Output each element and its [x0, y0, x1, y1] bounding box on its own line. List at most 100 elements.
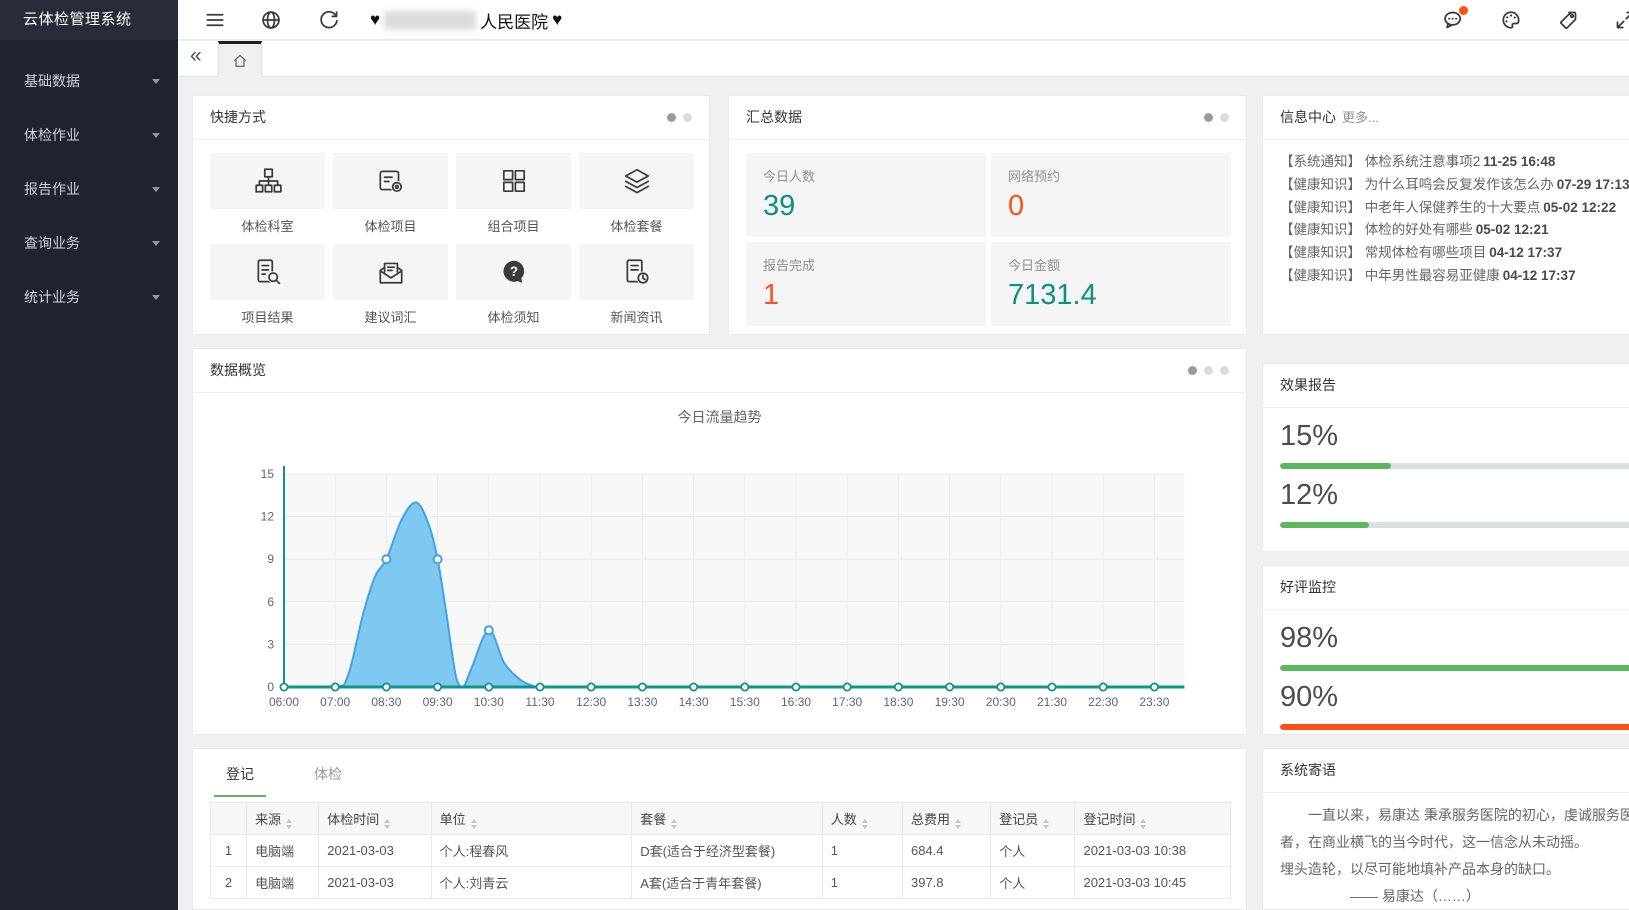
motto-line: 者，在商业横飞的当今时代，这一信念从未动摇。: [1280, 829, 1629, 856]
cell: 个人:刘青云: [431, 867, 632, 899]
cell: 个人:程春风: [431, 835, 632, 867]
news-item[interactable]: 【健康知识】 为什么耳鸣会反复发作该怎么办07-29 17:13: [1280, 174, 1629, 197]
carousel-dot[interactable]: [1204, 366, 1213, 375]
sort-icon[interactable]: [955, 819, 961, 829]
sort-icon[interactable]: [1140, 819, 1146, 829]
chevron-down-icon: [152, 133, 160, 138]
sidebar-item-2[interactable]: 体检作业: [0, 108, 178, 162]
collapse-sidebar-button[interactable]: «: [190, 44, 202, 68]
news-list: 【系统通知】 体检系统注意事项211-25 16:48【健康知识】 为什么耳鸣会…: [1263, 140, 1629, 299]
sidebar-item-label: 统计业务: [24, 287, 80, 307]
carousel-dot[interactable]: [667, 113, 676, 122]
sidebar-item-3[interactable]: 报告作业: [0, 162, 178, 216]
carousel-dot[interactable]: [1220, 113, 1229, 122]
card-title: 快捷方式: [210, 96, 266, 139]
svg-text:6: 6: [267, 595, 274, 609]
column-header-3[interactable]: 单位: [431, 803, 632, 835]
stat-value: 7131.4: [1008, 279, 1214, 312]
motto-line: 一直以来，易康达 秉承服务医院的初心，虔诚服务医院: [1280, 802, 1629, 829]
news-item[interactable]: 【健康知识】 体检的好处有哪些05-02 12:21: [1280, 219, 1629, 242]
sort-icon[interactable]: [286, 819, 292, 829]
sort-icon[interactable]: [1043, 819, 1049, 829]
shortcut-label: 组合项目: [456, 216, 571, 235]
shortcut-grid: 体检科室体检项目组合项目体检套餐项目结果建议词汇 ?体检须知新闻资讯: [193, 140, 709, 326]
register-table: 来源体检时间单位套餐人数总费用登记员登记时间 1电脑端2021-03-03个人:…: [210, 802, 1231, 899]
percent-value: 98%: [1280, 622, 1629, 655]
column-header-5[interactable]: 人数: [822, 803, 902, 835]
carousel-dots: [667, 113, 692, 122]
carousel-dot[interactable]: [1204, 113, 1213, 122]
shortcut-label: 体检项目: [333, 216, 448, 235]
shortcut-label: 建议词汇: [333, 307, 448, 326]
menu-fold-icon[interactable]: [204, 9, 226, 31]
progress-track: [1280, 665, 1629, 671]
column-header-7[interactable]: 登记员: [991, 803, 1075, 835]
column-header-8[interactable]: 登记时间: [1075, 803, 1231, 835]
shortcut-doc-search[interactable]: 项目结果: [210, 244, 325, 326]
percent-value: 15%: [1280, 420, 1629, 453]
carousel-dot[interactable]: [683, 113, 692, 122]
column-header-2[interactable]: 体检时间: [319, 803, 431, 835]
sidebar-item-5[interactable]: 统计业务: [0, 270, 178, 324]
shortcut-layers[interactable]: 体检套餐: [579, 153, 694, 235]
carousel-dots: [1188, 366, 1229, 375]
tab-体检[interactable]: 体检: [302, 749, 354, 797]
carousel-dot[interactable]: [1220, 366, 1229, 375]
svg-text:16:30: 16:30: [781, 695, 811, 709]
news-item[interactable]: 【系统通知】 体检系统注意事项211-25 16:48: [1280, 151, 1629, 174]
news-item[interactable]: 【健康知识】 常规体检有哪些项目04-12 17:37: [1280, 242, 1629, 265]
messages-icon[interactable]: [1442, 9, 1464, 31]
percent-value: 90%: [1280, 681, 1629, 714]
refresh-icon[interactable]: [318, 9, 340, 31]
svg-text:17:30: 17:30: [832, 695, 862, 709]
cell: A套(适合于青年套餐): [632, 867, 823, 899]
layers-icon: [579, 153, 694, 209]
svg-text:21:30: 21:30: [1037, 695, 1067, 709]
summary-stats: 今日人数39网络预约0报告完成1今日金额7131.4: [729, 140, 1246, 326]
tab-home[interactable]: [218, 41, 262, 77]
carousel-dot[interactable]: [1188, 366, 1197, 375]
progress-fill: [1280, 665, 1629, 671]
cell: D套(适合于经济型套餐): [632, 835, 823, 867]
globe-icon[interactable]: [260, 9, 282, 31]
stat-label: 报告完成: [763, 255, 969, 274]
tabbar: «: [178, 41, 1629, 77]
svg-text:9: 9: [267, 552, 274, 566]
tab-登记[interactable]: 登记: [214, 749, 266, 797]
shortcut-mail[interactable]: 建议词汇: [333, 244, 448, 326]
news-item[interactable]: 【健康知识】 中年男性最容易亚健康04-12 17:37: [1280, 265, 1629, 288]
sort-icon[interactable]: [671, 819, 677, 829]
shortcut-question-bubble[interactable]: ?体检须知: [456, 244, 571, 326]
svg-text:20:30: 20:30: [986, 695, 1016, 709]
tag-icon[interactable]: [1557, 9, 1579, 31]
svg-text:12:30: 12:30: [576, 695, 606, 709]
heart-icon: ♥: [370, 10, 380, 30]
sidebar-item-1[interactable]: 基础数据: [0, 54, 178, 108]
app-title: 云体检管理系统: [0, 0, 178, 40]
org-chart-icon: [210, 153, 325, 209]
column-header-1[interactable]: 来源: [247, 803, 319, 835]
stat-网络预约: 网络预约0: [991, 153, 1231, 237]
shortcut-org-chart[interactable]: 体检科室: [210, 153, 325, 235]
column-header-4[interactable]: 套餐: [632, 803, 823, 835]
sort-icon[interactable]: [471, 819, 477, 829]
progress-fill: [1280, 522, 1369, 528]
progress-track: [1280, 463, 1629, 469]
column-header-6[interactable]: 总费用: [902, 803, 990, 835]
shortcut-grid[interactable]: 组合项目: [456, 153, 571, 235]
cell: 1: [822, 835, 902, 867]
table-body: 1电脑端2021-03-03个人:程春风D套(适合于经济型套餐)1684.4个人…: [211, 835, 1231, 899]
more-link[interactable]: 更多...: [1342, 96, 1379, 139]
sidebar-item-4[interactable]: 查询业务: [0, 216, 178, 270]
news-item[interactable]: 【健康知识】 中老年人保健养生的十大要点05-02 12:22: [1280, 197, 1629, 220]
shortcut-doc-gear[interactable]: 体检项目: [333, 153, 448, 235]
palette-icon[interactable]: [1500, 9, 1522, 31]
svg-text:10:30: 10:30: [474, 695, 504, 709]
shortcut-doc-clock[interactable]: 新闻资讯: [579, 244, 694, 326]
stat-label: 网络预约: [1008, 166, 1214, 185]
sort-icon[interactable]: [862, 819, 868, 829]
sort-icon[interactable]: [384, 819, 390, 829]
svg-text:23:30: 23:30: [1139, 695, 1169, 709]
fullscreen-icon[interactable]: [1614, 9, 1629, 31]
stat-今日金额: 今日金额7131.4: [991, 242, 1231, 326]
